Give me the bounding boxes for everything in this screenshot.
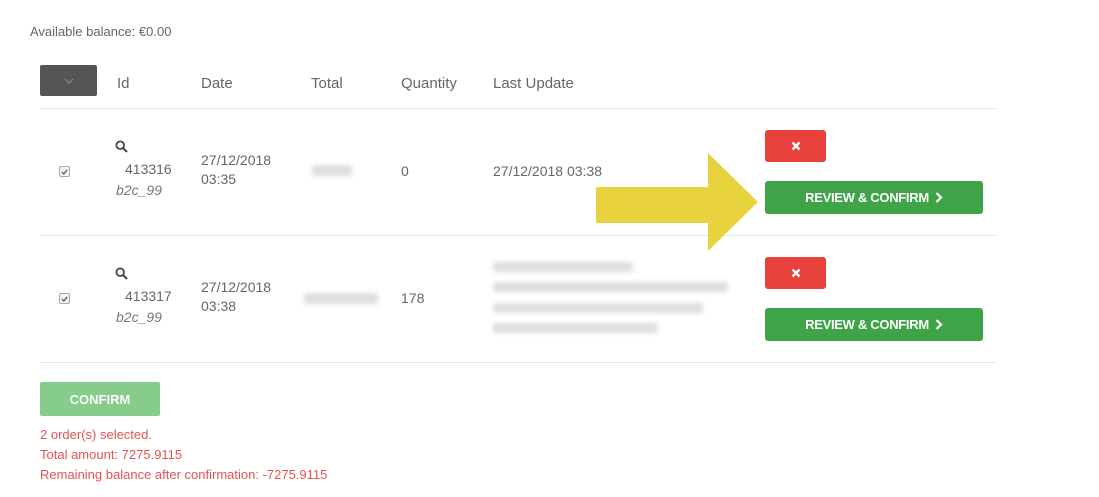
order-user: b2c_99	[116, 309, 162, 325]
close-icon	[791, 268, 800, 278]
orders-table-header: Id Date Total Quantity Last Update	[40, 64, 996, 109]
review-confirm-button[interactable]: REVIEW & CONFIRM	[765, 308, 983, 341]
order-date: 27/12/2018 03:35	[201, 152, 272, 187]
magnifier-icon[interactable]	[115, 267, 128, 280]
column-header-total[interactable]: Total	[311, 75, 343, 92]
close-icon	[791, 141, 800, 151]
row-checkbox[interactable]	[59, 293, 70, 304]
check-icon	[61, 168, 68, 175]
table-row: 413316 b2c_99 27/12/2018 03:35 0 27/12/2…	[40, 109, 996, 236]
delete-order-button[interactable]	[765, 130, 826, 162]
row-checkbox[interactable]	[59, 166, 70, 177]
chevron-down-icon	[64, 78, 73, 84]
check-icon	[61, 295, 68, 302]
remaining-balance: Remaining balance after confirmation: -7…	[40, 467, 328, 482]
column-header-quantity[interactable]: Quantity	[401, 75, 457, 92]
column-header-date[interactable]: Date	[201, 75, 233, 92]
delete-order-button[interactable]	[765, 257, 826, 289]
available-balance: Available balance: €0.00	[30, 24, 172, 39]
total-amount: Total amount: 7275.9115	[40, 447, 183, 462]
order-id[interactable]: 413317	[125, 288, 172, 304]
magnifier-icon[interactable]	[115, 140, 128, 153]
order-last-update: 27/12/2018 03:38	[493, 163, 602, 179]
column-header-last-update[interactable]: Last Update	[493, 75, 574, 92]
table-row: 413317 b2c_99 27/12/2018 03:38 178 REVIE…	[40, 236, 996, 363]
selected-count: 2 order(s) selected.	[40, 427, 152, 442]
chevron-right-icon	[935, 319, 943, 330]
redacted-total	[304, 293, 378, 304]
confirm-button[interactable]: CONFIRM	[40, 382, 160, 416]
redacted-total	[312, 165, 352, 176]
column-header-id[interactable]: Id	[117, 75, 130, 92]
order-id[interactable]: 413316	[125, 161, 172, 177]
bulk-select-dropdown[interactable]	[40, 65, 97, 96]
annotation-arrow-icon	[596, 153, 758, 251]
chevron-right-icon	[935, 192, 943, 203]
review-confirm-button[interactable]: REVIEW & CONFIRM	[765, 181, 983, 214]
order-date: 27/12/2018 03:38	[201, 279, 272, 314]
order-user: b2c_99	[116, 182, 162, 198]
order-quantity: 178	[401, 290, 425, 306]
order-quantity: 0	[401, 163, 409, 179]
